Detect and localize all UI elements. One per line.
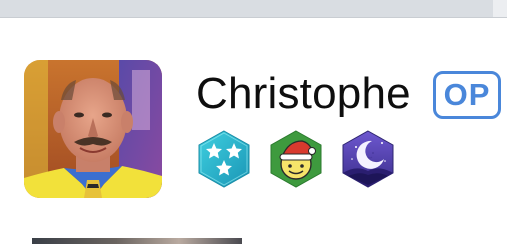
scrollbar-track[interactable] xyxy=(493,0,507,17)
stars-badge[interactable] xyxy=(194,129,254,189)
stars-icon xyxy=(198,130,250,188)
santa-smiley-badge[interactable] xyxy=(266,129,326,189)
moon-night-badge[interactable] xyxy=(338,129,398,189)
crescent-moon-icon xyxy=(342,130,394,188)
top-bar-divider xyxy=(0,17,507,18)
avatar-photo xyxy=(24,60,162,198)
next-comment-avatar[interactable] xyxy=(32,238,242,244)
top-bar xyxy=(0,0,507,17)
username[interactable]: Christophe xyxy=(196,66,411,122)
avatar[interactable] xyxy=(24,60,162,198)
santa-hat-smiley-icon xyxy=(270,130,322,188)
op-badge: OP xyxy=(433,71,501,119)
